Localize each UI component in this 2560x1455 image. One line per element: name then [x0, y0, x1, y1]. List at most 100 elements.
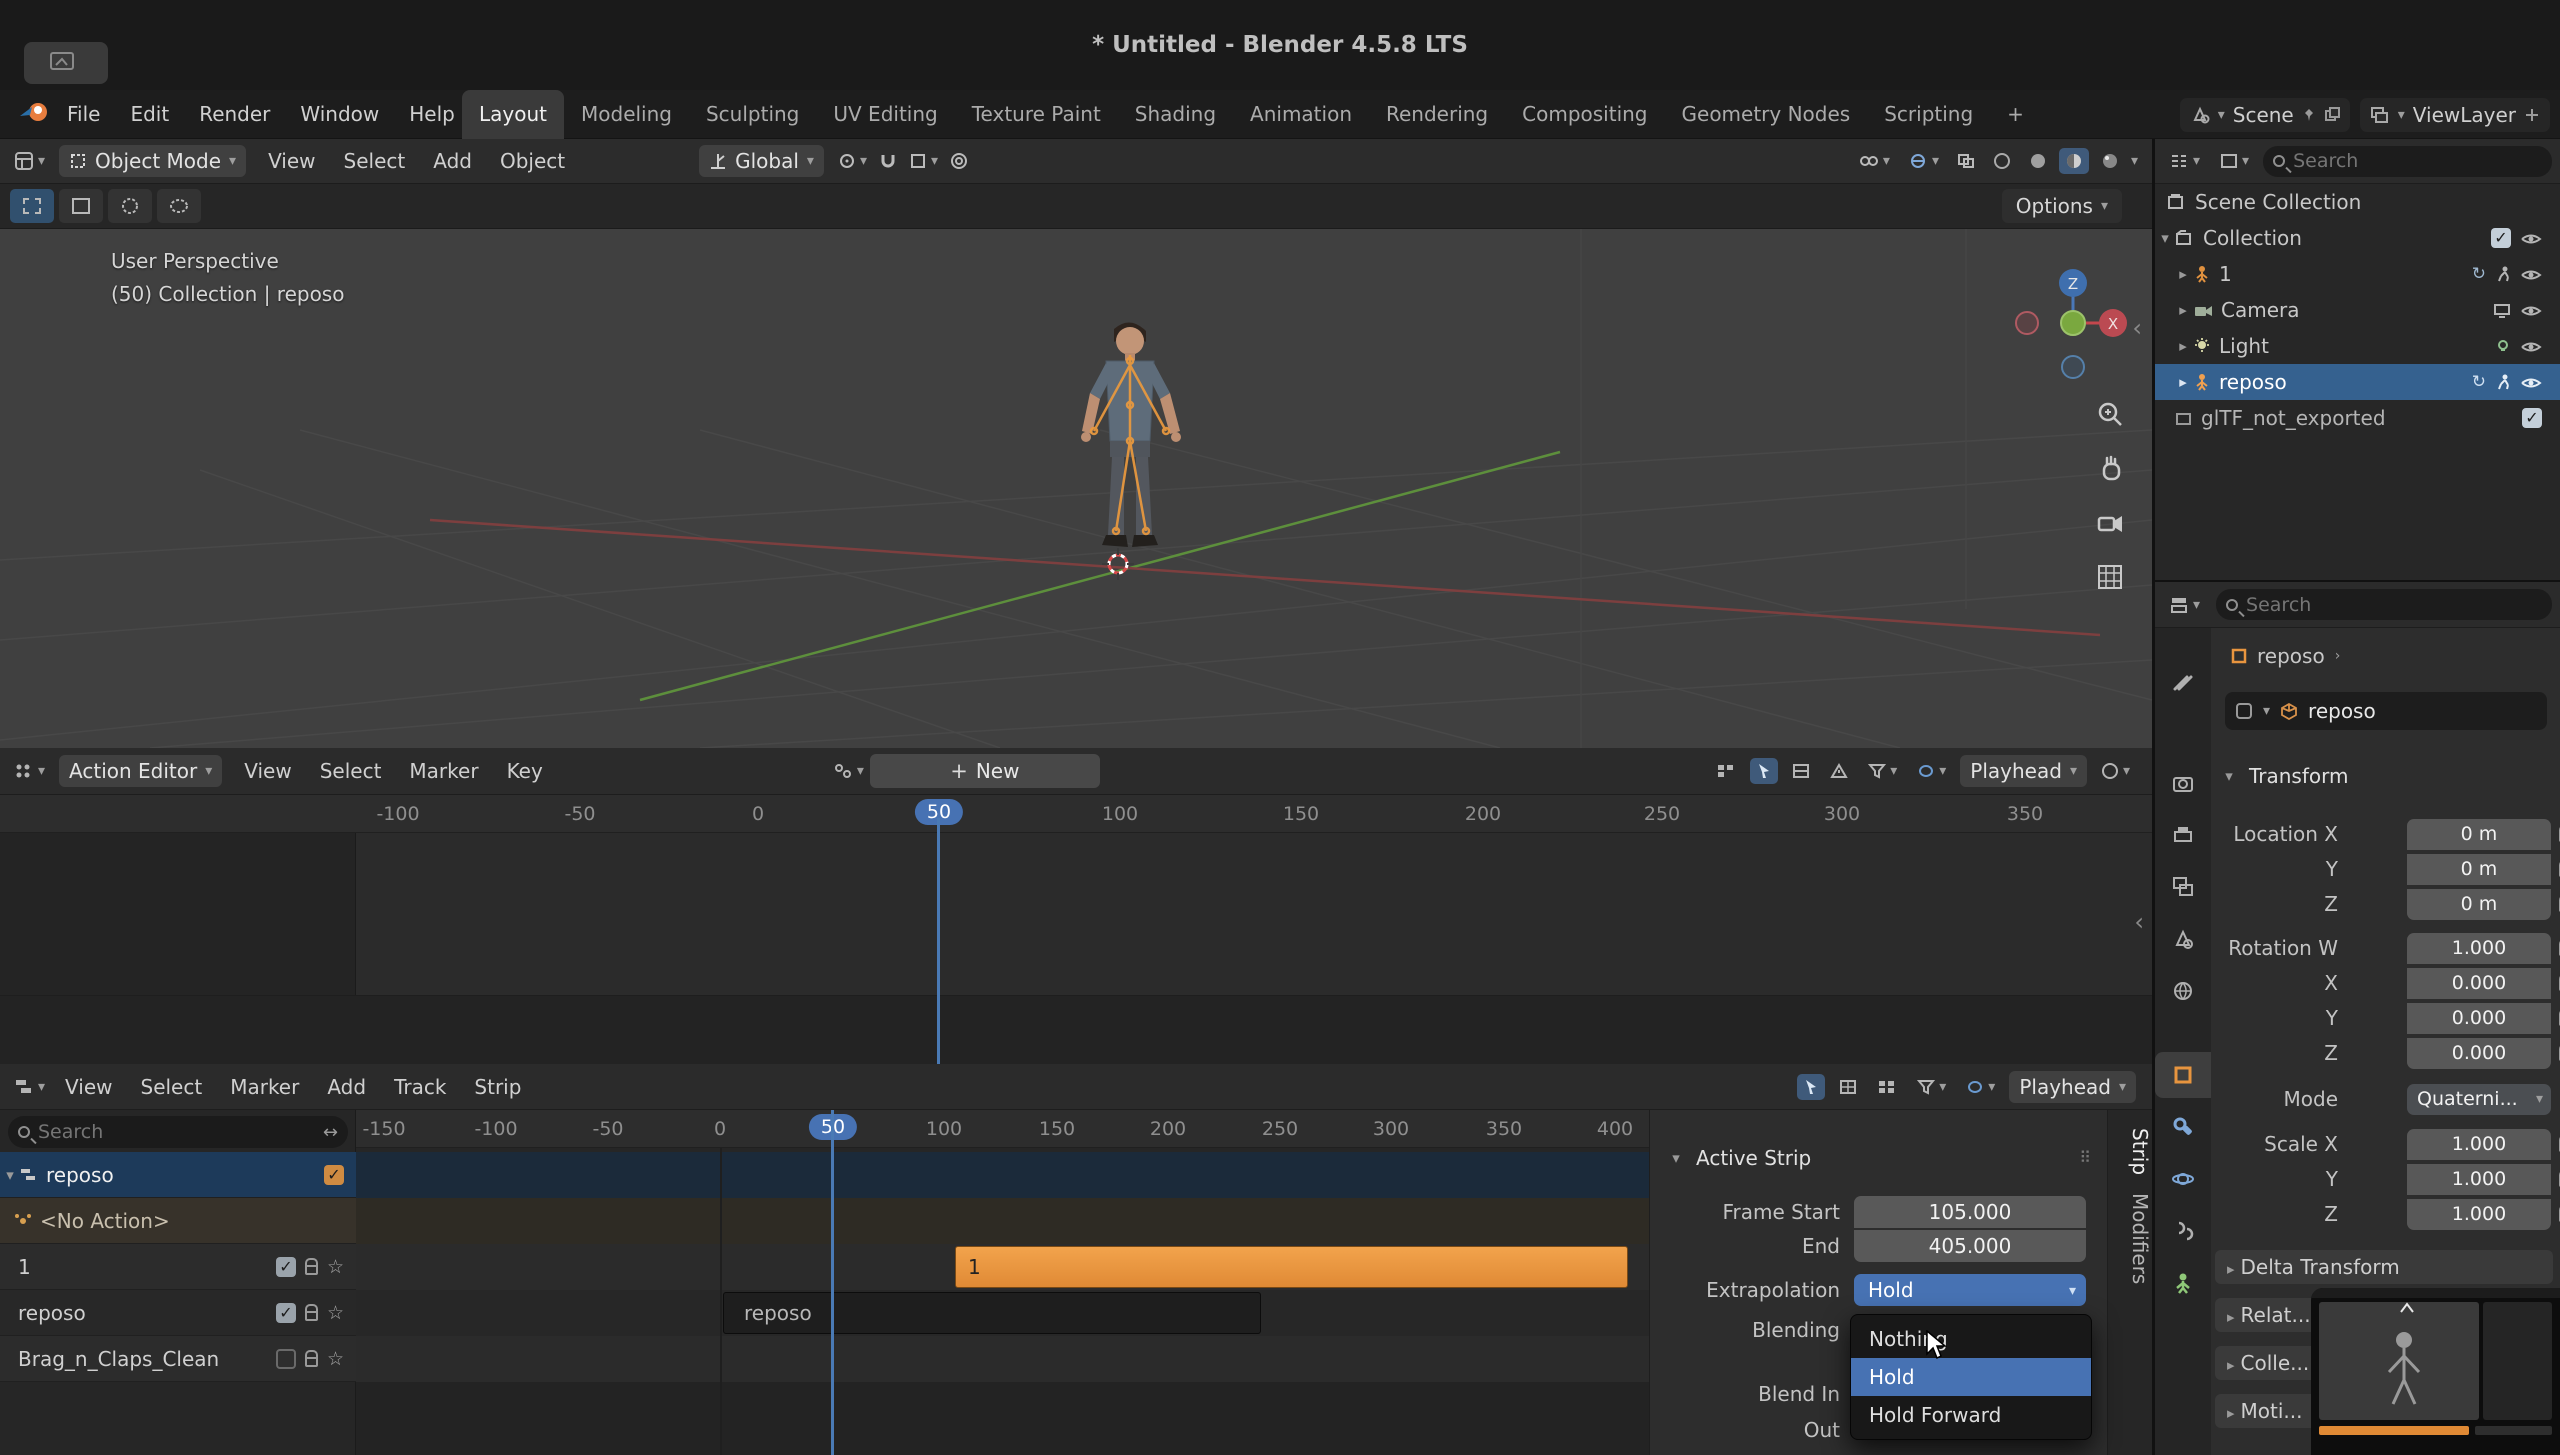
nla-track-brag-n-claps[interactable]: Brag_n_Claps_Clean ✓ ☆: [0, 1336, 356, 1382]
editor-type-button[interactable]: ▾: [8, 147, 51, 175]
end-field[interactable]: 405.000: [1854, 1230, 2086, 1262]
extrapolation-dropdown[interactable]: Hold ▾: [1854, 1274, 2086, 1306]
menu-help[interactable]: Help: [394, 90, 470, 139]
select-mode-circle[interactable]: [108, 189, 152, 223]
show-gizmo-dropdown[interactable]: ▾: [1853, 149, 1896, 173]
properties-search-box[interactable]: [2216, 589, 2552, 620]
tab-compositing[interactable]: Compositing: [1505, 90, 1664, 139]
new-layer-icon[interactable]: [2524, 107, 2540, 123]
editor-type-button[interactable]: ▾: [2163, 148, 2206, 174]
action-editor-mode-dropdown[interactable]: Action Editor ▾: [59, 755, 223, 787]
nla-playhead[interactable]: [831, 1110, 834, 1455]
nla-menu-track[interactable]: Track: [380, 1075, 460, 1099]
ds-menu-key[interactable]: Key: [493, 759, 557, 783]
nla-track-1[interactable]: 1 ✓ ☆: [0, 1244, 356, 1290]
screen-icon[interactable]: [2493, 303, 2511, 318]
sidebar-collapse-arrow[interactable]: ‹: [2134, 908, 2144, 936]
editor-type-button[interactable]: ▾: [8, 1074, 51, 1100]
proportional-edit-icon[interactable]: ▾: [2095, 758, 2136, 784]
nla-track-header-reposo[interactable]: ▾ reposo ✓: [0, 1152, 356, 1198]
dope-sheet-keyframe-area[interactable]: [356, 833, 2152, 995]
run-icon[interactable]: [2495, 266, 2511, 282]
pivot-point-dropdown[interactable]: ▾: [832, 148, 873, 174]
normalize-toggle-icon[interactable]: [1786, 759, 1816, 783]
tab-object[interactable]: [2155, 1052, 2211, 1098]
nla-row-no-action[interactable]: <No Action>: [0, 1198, 356, 1244]
scale-z-field[interactable]: 1.000: [2407, 1199, 2551, 1230]
collapse-arrow-icon[interactable]: ▾: [1666, 1149, 1686, 1167]
view-layer-selector[interactable]: ▾ ViewLayer: [2359, 97, 2550, 132]
vp-menu-select[interactable]: Select: [330, 149, 420, 173]
rotation-mode-dropdown[interactable]: Quaterni... ▾: [2407, 1084, 2551, 1115]
menu-item-nothing[interactable]: Nothing: [1851, 1320, 2091, 1358]
shading-material-icon[interactable]: [2058, 148, 2089, 174]
tab-texture-paint[interactable]: Texture Paint: [955, 90, 1118, 139]
search-input[interactable]: [2246, 593, 2407, 616]
browse-action-button[interactable]: ▾: [827, 758, 870, 784]
filter-funnel-dropdown[interactable]: ▾: [1862, 759, 1903, 783]
nla-menu-select[interactable]: Select: [127, 1075, 217, 1099]
frame-start-field[interactable]: 105.000: [1854, 1196, 2086, 1228]
snap-target-dropdown[interactable]: ▾: [903, 148, 944, 174]
lock-icon[interactable]: [304, 1350, 318, 1367]
pose-icon[interactable]: ↻: [2472, 372, 2486, 392]
select-mode-box[interactable]: [59, 189, 103, 223]
solo-star-icon[interactable]: ☆: [327, 1256, 344, 1278]
tab-animation[interactable]: Animation: [1233, 90, 1369, 139]
eye-icon[interactable]: [2520, 267, 2542, 282]
tab-uv-editing[interactable]: UV Editing: [816, 90, 954, 139]
dopesheet-filter-icon[interactable]: [1710, 759, 1742, 783]
nla-menu-strip[interactable]: Strip: [460, 1075, 535, 1099]
select-mode-lasso[interactable]: [157, 189, 201, 223]
sync-icon[interactable]: ▾: [1960, 1075, 2001, 1099]
shading-dropdown[interactable]: ▾: [2131, 153, 2138, 169]
outliner-row-gltf-not-exported[interactable]: glTF_not_exported ✓: [2155, 400, 2560, 436]
section-delta-transform[interactable]: ▸ Delta Transform: [2215, 1250, 2553, 1284]
menu-edit[interactable]: Edit: [115, 90, 184, 139]
viewport-canvas[interactable]: User Perspective (50) Collection | repos…: [0, 229, 2152, 748]
transform-orientation-dropdown[interactable]: Global ▾: [699, 145, 824, 177]
nla-ruler[interactable]: -150 -100 -50 0 50 100 150 200 250 300 3…: [356, 1110, 1649, 1148]
menu-window[interactable]: Window: [285, 90, 394, 139]
editor-type-button[interactable]: ▾: [2163, 592, 2206, 618]
rotation-w-field[interactable]: 1.000: [2407, 933, 2551, 964]
panel-grip-icon[interactable]: ⠿: [2079, 1148, 2093, 1167]
track-mute-checkbox[interactable]: ✓: [275, 1302, 296, 1323]
shading-rendered-icon[interactable]: [2095, 148, 2125, 174]
zoom-tool-icon[interactable]: [2088, 393, 2132, 437]
add-workspace-button[interactable]: +: [1990, 90, 2041, 139]
playhead-snap-dropdown[interactable]: Playhead ▾: [1960, 755, 2087, 787]
warning-icon[interactable]: [1824, 759, 1854, 783]
grid-toggle-icon[interactable]: [1833, 1075, 1863, 1099]
eye-icon[interactable]: [2520, 375, 2542, 390]
dope-sheet-ruler[interactable]: -100 -50 0 50 100 150 200 250 300 350: [0, 795, 2152, 833]
rotation-x-field[interactable]: 0.000: [2407, 968, 2551, 999]
location-y-field[interactable]: 0 m: [2407, 854, 2551, 885]
snap-magnet-icon[interactable]: [873, 148, 903, 174]
solo-star-icon[interactable]: ☆: [327, 1302, 344, 1324]
rotation-y-field[interactable]: 0.000: [2407, 1003, 2551, 1034]
pin-icon[interactable]: [2302, 107, 2316, 123]
display-mode-dropdown[interactable]: ▾: [2214, 149, 2255, 173]
run-icon[interactable]: [2495, 374, 2511, 390]
camera-view-icon[interactable]: [2088, 501, 2132, 545]
tab-output[interactable]: [2155, 812, 2211, 858]
nla-track-reposo[interactable]: reposo ✓ ☆: [0, 1290, 356, 1336]
sidebar-collapse-arrow[interactable]: ‹: [2132, 314, 2142, 342]
editor-type-button[interactable]: ▾: [8, 758, 51, 784]
playhead-snap-dropdown[interactable]: Playhead ▾: [2009, 1070, 2136, 1103]
vp-menu-object[interactable]: Object: [486, 149, 579, 173]
nla-menu-marker[interactable]: Marker: [216, 1075, 313, 1099]
tab-scripting[interactable]: Scripting: [1867, 90, 1990, 139]
browse-object-icon[interactable]: [2235, 702, 2253, 720]
overlays-dropdown[interactable]: ▾: [1902, 149, 1945, 173]
selected-only-toggle-icon[interactable]: [1797, 1073, 1826, 1100]
pose-icon[interactable]: ↻: [2472, 264, 2486, 284]
location-x-field[interactable]: 0 m: [2407, 819, 2551, 850]
window-icon[interactable]: [24, 42, 108, 84]
tab-physics[interactable]: [2155, 1156, 2211, 1202]
track-enable-checkbox[interactable]: ✓: [324, 1164, 344, 1185]
menu-item-hold-forward[interactable]: Hold Forward: [1851, 1396, 2091, 1434]
track-mute-checkbox[interactable]: ✓: [275, 1256, 296, 1277]
shading-wireframe-icon[interactable]: [1987, 148, 2017, 174]
